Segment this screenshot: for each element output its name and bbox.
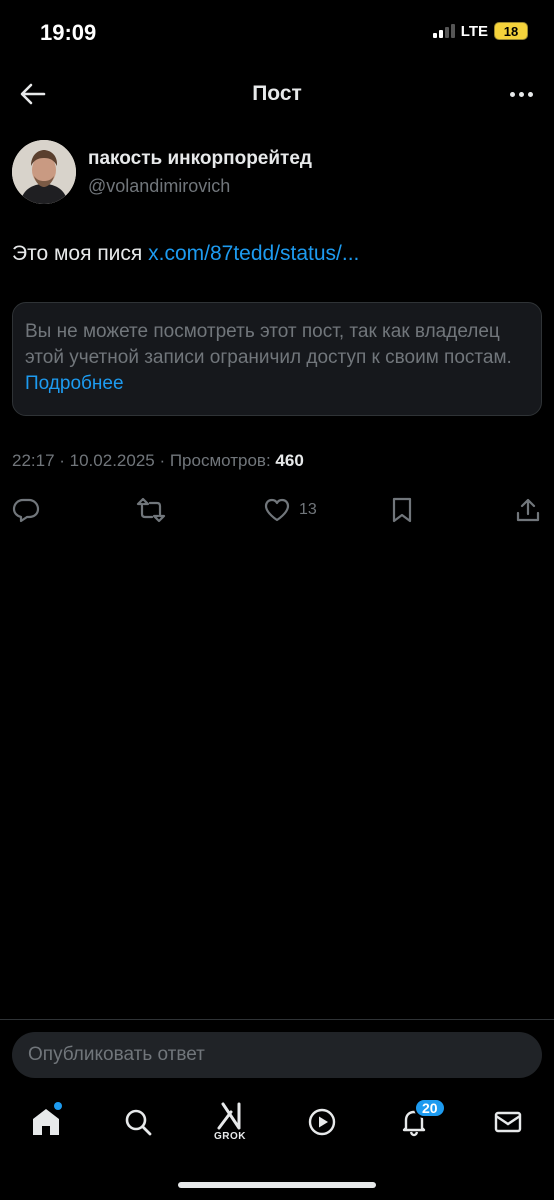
post-actions: 13	[0, 490, 554, 530]
new-content-dot	[54, 1102, 62, 1110]
bookmark-icon	[392, 497, 412, 523]
bottom-tab-bar: GROK 20	[0, 1090, 554, 1156]
post-metadata: 22:17 · 10.02.2025 · Просмотров: 460	[12, 451, 304, 471]
home-icon	[33, 1109, 59, 1135]
reply-button[interactable]	[12, 496, 40, 524]
reply-icon	[12, 498, 40, 523]
tab-notifications[interactable]: 20	[394, 1098, 446, 1144]
battery-level: 18	[503, 23, 519, 39]
author-handle[interactable]: @volandimirovich	[88, 176, 230, 197]
notifications-badge: 20	[414, 1098, 446, 1118]
status-bar: 19:09 LTE 18	[0, 0, 554, 66]
bookmark-button[interactable]	[391, 496, 413, 524]
post-body: Это моя пися	[12, 242, 149, 265]
post-timestamp: 22:17 · 10.02.2025 · Просмотров:	[12, 451, 276, 470]
grok-label: GROK	[214, 1131, 246, 1142]
home-indicator[interactable]	[178, 1182, 376, 1188]
reply-composer	[0, 1019, 554, 1087]
repost-button[interactable]	[136, 496, 166, 524]
post-link[interactable]: x.com/87tedd/status/...	[148, 242, 359, 265]
share-button[interactable]	[515, 496, 541, 524]
restricted-notice: Вы не можете посмотреть этот пост, так к…	[12, 302, 542, 416]
tab-messages[interactable]	[488, 1100, 528, 1144]
grok-icon	[217, 1102, 241, 1130]
like-count: 13	[299, 501, 317, 518]
notice-message: Вы не можете посмотреть этот пост, так к…	[25, 321, 512, 368]
tab-video[interactable]	[302, 1100, 342, 1144]
notice-text: Вы не можете посмотреть этот пост, так к…	[25, 319, 529, 397]
status-indicators: LTE 18	[432, 22, 528, 40]
top-navigation: Пост	[0, 66, 554, 122]
tab-search[interactable]	[118, 1100, 158, 1144]
learn-more-link[interactable]: Подробнее	[25, 373, 124, 394]
like-button[interactable]: 13	[263, 496, 317, 524]
views-count[interactable]: 460	[275, 451, 303, 470]
heart-icon	[264, 498, 290, 522]
play-icon	[308, 1108, 336, 1136]
status-time: 19:09	[40, 20, 97, 45]
author-name[interactable]: пакость инкорпорейтед	[88, 148, 312, 170]
battery-icon: 18	[494, 22, 528, 40]
share-icon	[516, 498, 540, 522]
avatar[interactable]	[12, 140, 76, 204]
tab-home[interactable]	[26, 1100, 66, 1144]
page-title: Пост	[252, 82, 302, 105]
more-options-icon[interactable]	[506, 80, 536, 108]
tab-grok[interactable]: GROK	[210, 1100, 250, 1144]
signal-icon	[432, 24, 455, 38]
reply-input[interactable]	[12, 1032, 542, 1078]
post-text: Это моя пися x.com/87tedd/status/...	[12, 242, 359, 266]
mail-icon	[494, 1111, 522, 1133]
search-icon	[125, 1109, 152, 1136]
repost-icon	[136, 497, 166, 523]
network-label: LTE	[460, 22, 488, 40]
